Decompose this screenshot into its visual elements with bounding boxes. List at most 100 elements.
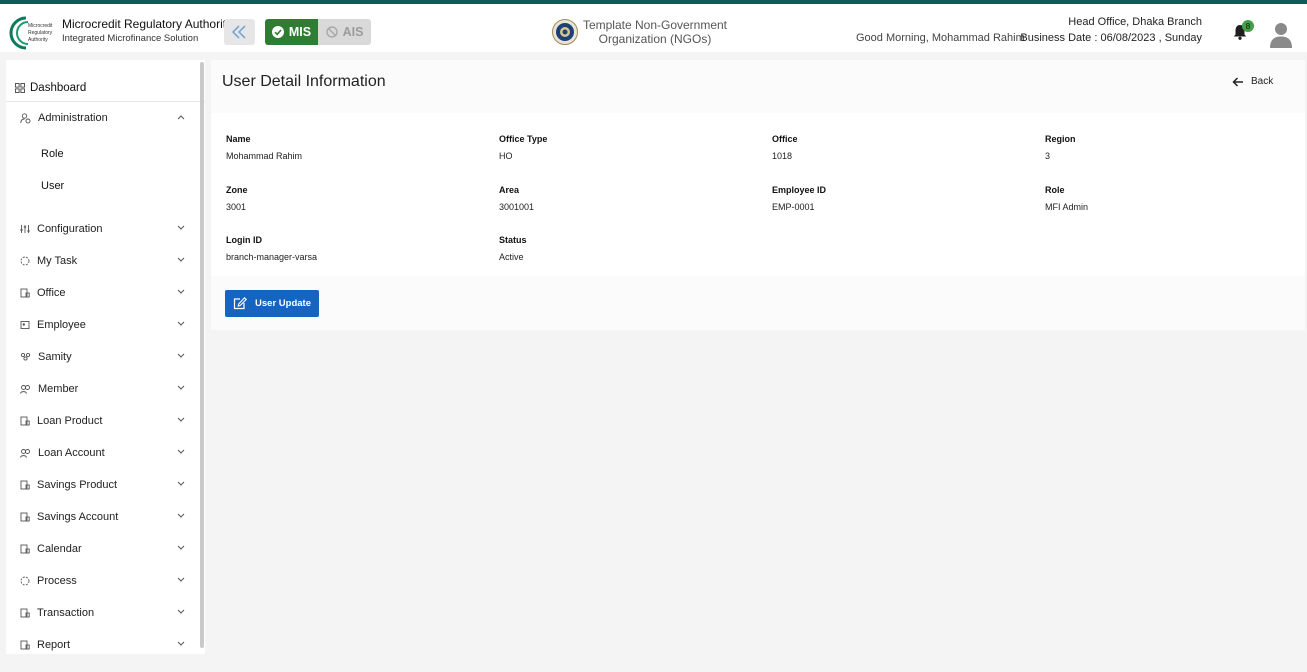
sidebar-item-employee[interactable]: Employee: [6, 309, 205, 341]
sidebar-item-calendar[interactable]: Calendar: [6, 533, 205, 565]
module-switch: MIS AIS: [265, 19, 371, 45]
building-icon: [20, 640, 30, 650]
sidebar-item-transaction[interactable]: Transaction: [6, 597, 205, 629]
user-update-button[interactable]: User Update: [225, 290, 319, 317]
building-icon: [20, 512, 30, 522]
field-value: 1018: [772, 151, 793, 161]
field-value: 3: [1045, 151, 1051, 161]
sidebar-item-label: Calendar: [37, 543, 82, 555]
spinner-icon: [20, 256, 30, 266]
building-icon: [20, 288, 30, 298]
sidebar-collapse-button[interactable]: [224, 19, 255, 45]
sidebar-item-loan-account[interactable]: Loan Account: [6, 437, 205, 469]
sliders-icon: [20, 225, 30, 233]
chevron-down-icon: [177, 385, 185, 390]
spinner-icon: [20, 576, 30, 586]
field-office: Office 1018: [772, 134, 798, 161]
field-label: Login ID: [226, 235, 262, 245]
sidebar-item-loan-product[interactable]: Loan Product: [6, 405, 205, 437]
sidebar-item-member[interactable]: Member: [6, 373, 205, 405]
field-label: Zone: [226, 185, 248, 195]
chevron-down-icon: [177, 609, 185, 614]
chevron-down-icon: [177, 417, 185, 422]
arrow-left-icon: [1232, 76, 1243, 87]
building-icon: [20, 608, 30, 618]
back-button[interactable]: Back: [1232, 76, 1273, 87]
users-cog-icon: [20, 112, 31, 123]
page-title: User Detail Information: [222, 73, 386, 90]
field-value: Active: [499, 252, 524, 262]
sidebar-item-label: My Task: [37, 255, 78, 267]
sidebar-item-process[interactable]: Process: [6, 565, 205, 597]
notification-badge: 8: [1242, 20, 1254, 32]
back-label: Back: [1251, 76, 1274, 87]
sidebar-item-user[interactable]: User: [41, 180, 64, 192]
sidebar-item-savings-product[interactable]: Savings Product: [6, 469, 205, 501]
ban-icon: [325, 26, 338, 38]
sidebar-item-label: Samity: [38, 351, 72, 363]
edit-icon: [233, 297, 247, 310]
field-label: Role: [1045, 185, 1065, 195]
group-icon: [20, 352, 31, 361]
field-label: Office: [772, 134, 798, 144]
members-icon: [20, 449, 30, 458]
sidebar-item-label: Loan Account: [38, 447, 105, 459]
sidebar-item-label: Member: [38, 383, 79, 395]
building-icon: [20, 416, 30, 426]
sidebar-item-administration[interactable]: Administration: [6, 102, 205, 134]
chevron-down-icon: [177, 289, 185, 294]
branch-name: Head Office, Dhaka Branch: [1068, 16, 1202, 28]
user-update-label: User Update: [255, 298, 311, 309]
field-employee-id: Employee ID EMP-0001: [772, 185, 826, 212]
app-header: Microcredit Regulatory Authority Microcr…: [0, 4, 1307, 52]
sidebar: Dashboard Administration Role User Confi…: [6, 60, 205, 654]
sidebar-item-office[interactable]: Office: [6, 277, 205, 309]
user-avatar-icon[interactable]: [1268, 20, 1294, 48]
field-zone: Zone 3001: [226, 185, 248, 212]
grid-icon: [15, 82, 25, 93]
sidebar-item-role[interactable]: Role: [41, 148, 64, 160]
brand-subtitle: Integrated Microfinance Solution: [62, 33, 199, 44]
sidebar-item-dashboard[interactable]: Dashboard: [6, 74, 205, 102]
sidebar-item-label: Administration: [38, 112, 108, 124]
field-office-type: Office Type HO: [499, 134, 547, 161]
sidebar-item-configuration[interactable]: Configuration: [6, 213, 205, 245]
brand-title: Microcredit Regulatory Authority: [62, 17, 233, 31]
sidebar-item-label: Office: [37, 287, 66, 299]
field-region: Region 3: [1045, 134, 1076, 161]
chevron-down-icon: [177, 257, 185, 262]
building-icon: [20, 544, 30, 554]
field-label: Employee ID: [772, 185, 827, 195]
check-circle-icon: [271, 26, 284, 38]
field-area: Area 3001001: [499, 185, 534, 212]
chevron-down-icon: [177, 481, 185, 486]
id-card-icon: [20, 321, 30, 329]
chevron-down-icon: [177, 577, 185, 582]
field-value: 3001001: [499, 202, 535, 212]
business-date: Business Date : 06/08/2023 , Sunday: [1020, 32, 1202, 44]
chevron-down-icon: [177, 225, 185, 230]
ais-mode-button[interactable]: AIS: [318, 19, 371, 45]
mra-logo-icon: Microcredit Regulatory Authority: [9, 16, 53, 50]
chevron-down-icon: [177, 353, 185, 358]
sidebar-item-label: Loan Product: [37, 415, 103, 427]
field-label: Region: [1045, 134, 1076, 144]
field-label: Name: [226, 134, 251, 144]
field-name: Name Mohammad Rahim: [226, 134, 302, 161]
field-label: Area: [499, 185, 520, 195]
mis-mode-label: MIS: [288, 25, 312, 39]
sidebar-item-my-task[interactable]: My Task: [6, 245, 205, 277]
sidebar-item-label: Savings Product: [37, 479, 118, 491]
sidebar-scrollbar[interactable]: [200, 62, 204, 648]
field-label: Office Type: [499, 134, 548, 144]
sidebar-item-label: Report: [37, 639, 71, 651]
sidebar-item-report[interactable]: Report: [6, 629, 205, 654]
organization-name: Template Non-Government Organization (NG…: [582, 18, 728, 46]
sidebar-item-savings-account[interactable]: Savings Account: [6, 501, 205, 533]
greeting-text: Good Morning, Mohammad Rahim: [856, 32, 1025, 44]
user-detail-card: Name Mohammad Rahim Office Type HO Offic…: [211, 113, 1305, 276]
members-icon: [20, 385, 30, 394]
mis-mode-button[interactable]: MIS: [265, 19, 318, 45]
sidebar-item-label: Savings Account: [37, 511, 119, 523]
sidebar-item-samity[interactable]: Samity: [6, 341, 205, 373]
